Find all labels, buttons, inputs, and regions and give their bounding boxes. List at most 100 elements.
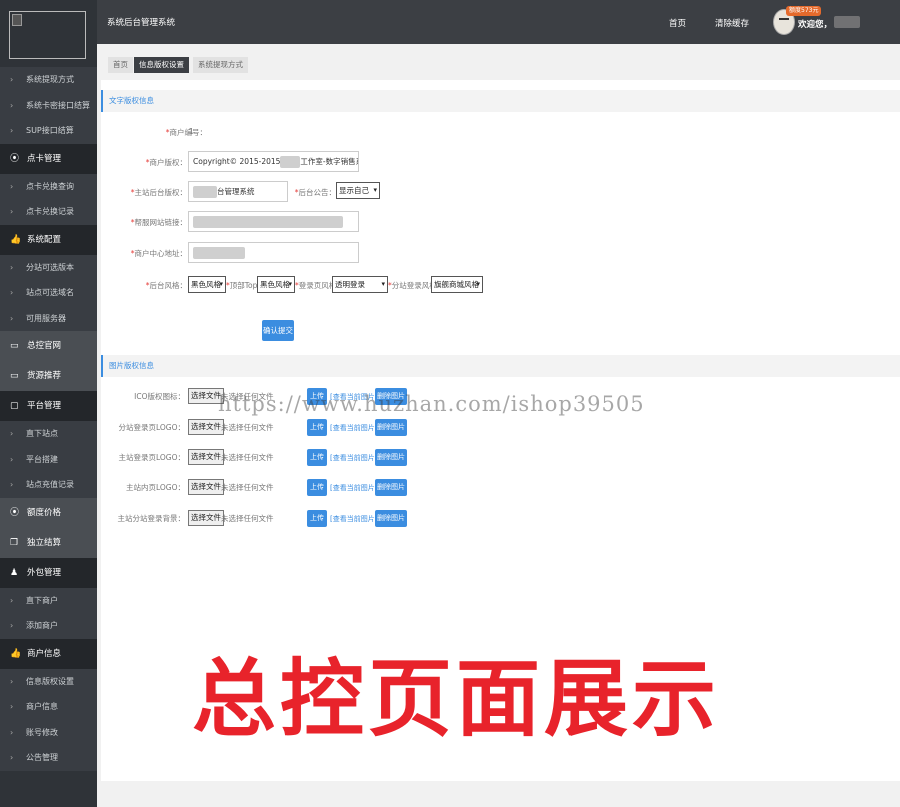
site-name-input[interactable]: 台管理系统	[188, 181, 288, 202]
view-image-link[interactable]: [查看当前图片]	[330, 453, 377, 463]
sidebar-item[interactable]: › 账号修改	[0, 719, 97, 745]
sidebar-item-label: 独立结算	[27, 537, 62, 548]
thumbs-up-icon: 👍	[10, 648, 22, 659]
sidebar-item[interactable]: › 可用服务器	[0, 305, 97, 331]
sidebar-group[interactable]: ♟ 外包管理	[0, 557, 97, 588]
branch-login-style-select[interactable]: 旗舰商城风格 ▾	[431, 276, 483, 293]
sidebar-item[interactable]: › 添加商户	[0, 613, 97, 639]
sidebar-item[interactable]: › 点卡兑换查询	[0, 173, 97, 199]
upload-button[interactable]: 上传	[307, 449, 327, 466]
image-section-title: 图片版权信息	[101, 355, 900, 377]
copy-icon: ❐	[10, 537, 19, 548]
sidebar-item[interactable]: › SUP接口结算	[0, 118, 97, 144]
upload-button[interactable]: 上传	[307, 510, 327, 527]
delete-image-button[interactable]: 删除图片	[375, 510, 407, 527]
sidebar-item-label: 信息版权设置	[26, 676, 74, 686]
sidebar-item[interactable]: › 系统提现方式	[0, 67, 97, 93]
image-row-label: 分站登录页LOGO：	[118, 423, 185, 432]
tab-copyright-settings[interactable]: 信息版权设置	[134, 57, 189, 73]
sidebar-item[interactable]: › 直下站点	[0, 421, 97, 447]
merchant-center-input[interactable]	[188, 242, 359, 263]
sidebar-group[interactable]: ⦿ 额度价格	[0, 497, 97, 528]
sidebar-item-label: SUP接口结算	[26, 126, 74, 135]
delete-image-button[interactable]: 删除图片	[375, 479, 407, 496]
sidebar-group[interactable]: ▭ 总控官网	[0, 331, 97, 361]
sidebar-item-label: 额度价格	[27, 507, 62, 518]
sidebar-item-label: 分站可选版本	[26, 262, 74, 272]
submit-button[interactable]: 确认提交	[262, 320, 294, 341]
image-row-label: 主站登录页LOGO：	[118, 453, 185, 462]
tab-home[interactable]: 首页	[108, 57, 133, 73]
sidebar-item[interactable]: › 站点可选域名	[0, 280, 97, 306]
sidebar: › 系统提现方式 › 系统卡密接口结算 › SUP接口结算 ⦿ 点卡管理 › 点卡兑换查询 › 点卡兑…	[0, 0, 97, 807]
logo-image[interactable]	[9, 11, 86, 59]
no-file-text: 未选择任何文件	[221, 514, 274, 523]
choose-file-button[interactable]: 选择文件	[188, 449, 224, 465]
sidebar-item[interactable]: › 点卡兑换记录	[0, 199, 97, 225]
merchant-no-value: 1	[189, 127, 194, 136]
choose-file-button[interactable]: 选择文件	[188, 479, 224, 495]
view-image-link[interactable]: [查看当前图片]	[330, 514, 377, 524]
sidebar-item-label: 添加商户	[26, 621, 58, 630]
style-label: *后台风格：	[145, 281, 187, 290]
sidebar-group[interactable]: ❐ 独立结算	[0, 527, 97, 558]
tab-withdraw-methods[interactable]: 系统提现方式	[193, 57, 248, 73]
sidebar-item-label: 商户信息	[26, 702, 58, 711]
view-image-link[interactable]: [查看当前图片]	[330, 423, 377, 433]
upload-button[interactable]: 上传	[307, 479, 327, 496]
sidebar-group[interactable]: ▭ 货源推荐	[0, 361, 97, 391]
sidebar-group[interactable]: 👍 商户信息	[0, 638, 97, 669]
chevron-right-icon: ›	[10, 676, 14, 686]
delete-image-button[interactable]: 删除图片	[375, 419, 407, 436]
sidebar-item-label: 货源推荐	[27, 371, 62, 381]
sidebar-item-label: 系统配置	[27, 234, 62, 245]
sidebar-group[interactable]: ⦿ 点卡管理	[0, 143, 97, 174]
sidebar-item[interactable]: › 系统卡密接口结算	[0, 92, 97, 118]
sidebar-item-label: 公告管理	[26, 753, 58, 762]
home-link[interactable]: 首页	[669, 17, 686, 29]
view-image-link[interactable]: [查看当前图片]	[330, 483, 377, 493]
sidebar-item-label: 站点充值记录	[26, 480, 74, 489]
choose-file-button[interactable]: 选择文件	[188, 419, 224, 435]
top-style-label: *顶部Top：	[226, 281, 265, 290]
sidebar-item-label: 点卡兑换查询	[26, 181, 74, 191]
sidebar-item[interactable]: › 站点充值记录	[0, 472, 97, 498]
sidebar-item[interactable]: › 商户信息	[0, 694, 97, 720]
sidebar-item[interactable]: › 信息版权设置	[0, 668, 97, 694]
choose-file-button[interactable]: 选择文件	[188, 510, 224, 526]
sidebar-item[interactable]: › 直下商户	[0, 587, 97, 613]
chevron-right-icon: ›	[10, 753, 14, 762]
notice-select[interactable]: 显示自己 ▾	[336, 182, 380, 199]
branch-login-style-label: *分站登录风格：	[388, 281, 445, 290]
top-style-select[interactable]: 黑色风格 ▾	[257, 276, 295, 293]
login-style-select[interactable]: 透明登录 ▾	[332, 276, 388, 293]
copyright-input[interactable]: Copyright© 2015-2015工作室-数字销售系统 版权所	[188, 151, 359, 172]
chevron-right-icon: ›	[10, 207, 14, 216]
sidebar-menu: › 系统提现方式 › 系统卡密接口结算 › SUP接口结算 ⦿ 点卡管理 › 点卡兑换查询 › 点卡兑…	[0, 67, 97, 771]
chevron-right-icon: ›	[10, 454, 14, 464]
username-redacted	[834, 16, 860, 28]
thumbs-up-icon: 👍	[10, 234, 22, 245]
user-icon: ♟	[10, 567, 19, 578]
clear-cache-link[interactable]: 清除缓存	[715, 17, 749, 29]
sidebar-item[interactable]: › 平台搭建	[0, 446, 97, 472]
sidebar-item[interactable]: › 公告管理	[0, 745, 97, 771]
delete-image-button[interactable]: 删除图片	[375, 449, 407, 466]
location-pin-icon: ⦿	[10, 507, 20, 518]
sidebar-item-label: 外包管理	[27, 567, 62, 578]
sidebar-item-label: 点卡兑换记录	[26, 207, 74, 216]
chevron-right-icon: ›	[10, 480, 14, 489]
style-select[interactable]: 黑色风格 ▾	[188, 276, 226, 293]
sidebar-group[interactable]: ▢ 平台管理	[0, 391, 97, 421]
sidebar-item[interactable]: › 分站可选版本	[0, 254, 97, 280]
sidebar-group[interactable]: 👍 系统配置	[0, 224, 97, 255]
chevron-right-icon: ›	[10, 595, 14, 605]
sidebar-item-label: 账号修改	[26, 727, 58, 737]
clipboard-icon: ▢	[10, 401, 19, 411]
upload-button[interactable]: 上传	[307, 419, 327, 436]
support-link-input[interactable]	[188, 211, 359, 232]
welcome-text: 欢迎您，	[798, 20, 833, 30]
balance-badge: 额度573元	[786, 6, 822, 16]
chevron-right-icon: ›	[10, 100, 14, 110]
location-pin-icon: ⦿	[10, 153, 20, 164]
